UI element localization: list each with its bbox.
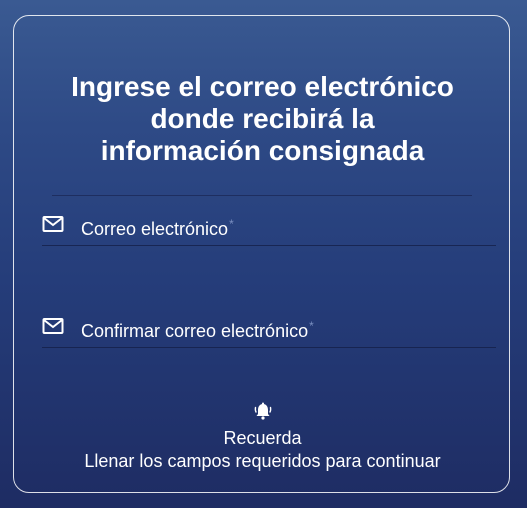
required-mark: *	[229, 217, 234, 231]
bell-ring-icon	[254, 402, 271, 420]
email-field-underline	[42, 245, 496, 246]
form-title-line-2: donde recibirá la	[150, 103, 375, 134]
confirm-email-field[interactable]: Confirmar correo electrónico*	[42, 308, 496, 348]
confirm-email-field-underline	[42, 347, 496, 348]
form-title: Ingrese el correo electrónico donde reci…	[14, 71, 511, 167]
email-field-label: Correo electrónico*	[81, 217, 234, 239]
reminder-title: Recuerda	[223, 428, 302, 448]
mail-icon	[42, 318, 64, 334]
mail-icon	[42, 216, 64, 232]
email-form-card: Ingrese el correo electrónico donde reci…	[13, 15, 510, 493]
title-divider	[52, 195, 472, 196]
page: Ingrese el correo electrónico donde reci…	[0, 0, 527, 508]
form-title-line-1: Ingrese el correo electrónico	[71, 71, 454, 102]
form-title-line-3: información consignada	[100, 135, 425, 166]
required-mark: *	[309, 319, 314, 333]
reminder-notice: Recuerda Llenar los campos requeridos pa…	[14, 401, 511, 473]
email-field[interactable]: Correo electrónico*	[42, 206, 496, 246]
reminder-text: Llenar los campos requeridos para contin…	[84, 451, 441, 471]
confirm-email-field-label: Confirmar correo electrónico*	[81, 319, 314, 341]
